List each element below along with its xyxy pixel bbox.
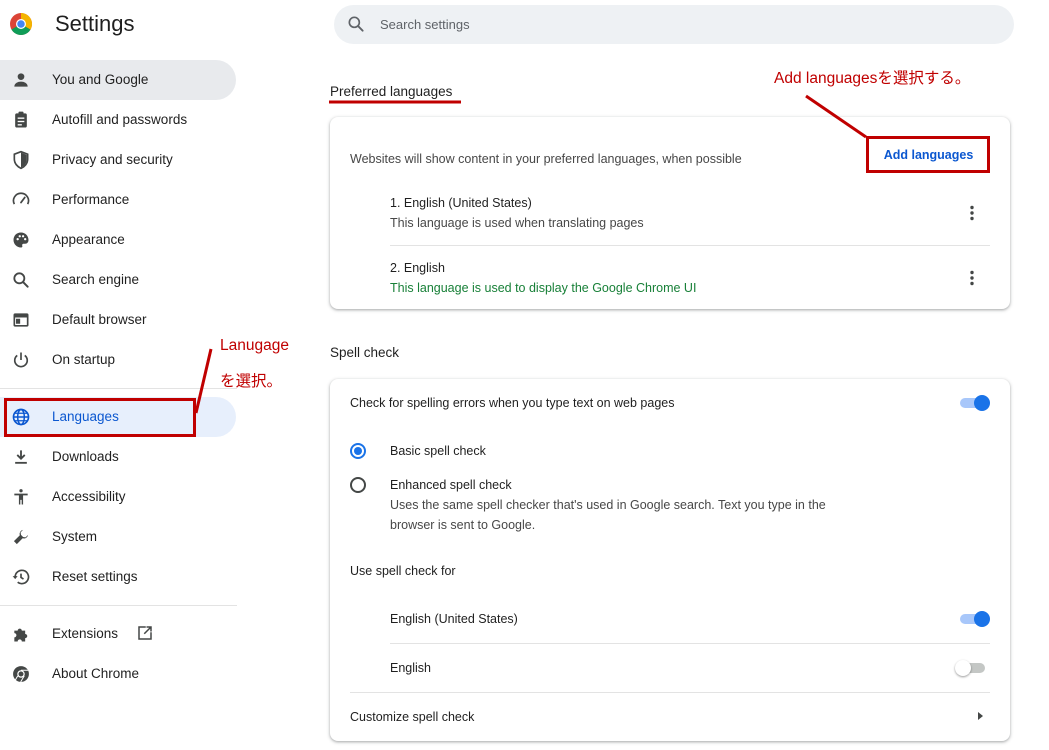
- sidebar-item-autofill[interactable]: Autofill and passwords: [0, 100, 236, 140]
- palette-icon: [13, 232, 29, 248]
- spell-check-card: [330, 379, 1010, 741]
- language-note: This language is used when translating p…: [390, 216, 644, 230]
- search-icon: [13, 272, 29, 288]
- sidebar-item-on-startup[interactable]: On startup: [0, 340, 236, 380]
- enhanced-spell-check-radio[interactable]: [350, 477, 366, 493]
- clipboard-icon: [15, 111, 27, 128]
- puzzle-icon: [14, 628, 28, 642]
- sidebar-item-search-engine[interactable]: Search engine: [0, 260, 236, 300]
- preferred-languages-title: Preferred languages: [330, 84, 453, 99]
- add-languages-annotation: Add languagesを選択する。: [774, 70, 971, 87]
- sidebar-item-about-chrome[interactable]: About Chrome: [0, 654, 236, 694]
- sidebar-item-label: System: [52, 529, 98, 544]
- sidebar-item-extensions[interactable]: Extensions: [0, 614, 236, 654]
- sidebar-item-label: Accessibility: [52, 489, 126, 504]
- sidebar-item-label: Privacy and security: [52, 152, 173, 167]
- spell-language-name: English (United States): [390, 612, 518, 626]
- wrench-icon: [13, 529, 29, 545]
- sidebar-item-label: Search engine: [52, 272, 140, 287]
- languages-annotation: を選択。: [220, 373, 283, 390]
- row-divider: [350, 692, 990, 693]
- sidebar-item-label: On startup: [52, 352, 116, 367]
- download-icon: [15, 450, 27, 464]
- sidebar-item-performance[interactable]: Performance: [0, 180, 236, 220]
- languages-annotation: Lanugage: [220, 337, 289, 354]
- search-icon: [348, 16, 364, 32]
- sidebar-item-label: Extensions: [52, 626, 119, 641]
- chevron-right-icon[interactable]: [975, 710, 985, 722]
- use-spell-check-for-label: Use spell check for: [350, 564, 456, 578]
- language-note: This language is used to display the Goo…: [390, 281, 697, 295]
- sidebar-item-label: Default browser: [52, 312, 147, 327]
- basic-spell-check-radio[interactable]: [350, 443, 366, 459]
- more-actions-icon[interactable]: [962, 203, 982, 223]
- sidebar-divider: [0, 388, 237, 389]
- add-languages-highlight-box: [866, 136, 990, 173]
- spell-check-toggle-label: Check for spelling errors when you type …: [350, 396, 675, 410]
- sidebar-item-label: Downloads: [52, 449, 119, 464]
- language-name: 1. English (United States): [390, 196, 532, 210]
- more-actions-icon[interactable]: [962, 268, 982, 288]
- spell-check-toggle[interactable]: [958, 394, 990, 412]
- basic-spell-check-label: Basic spell check: [390, 444, 486, 458]
- language-name: 2. English: [390, 261, 445, 275]
- search-input[interactable]: [380, 13, 940, 35]
- enhanced-spell-check-label: Enhanced spell check: [390, 478, 512, 492]
- open-in-new-icon: [138, 626, 152, 640]
- sidebar-item-you-and-google[interactable]: You and Google: [0, 60, 236, 100]
- customize-spell-check-link[interactable]: Customize spell check: [350, 710, 474, 724]
- sidebar-item-accessibility[interactable]: Accessibility: [0, 477, 236, 517]
- sidebar-item-label: You and Google: [52, 72, 149, 87]
- shield-icon: [13, 150, 29, 170]
- sidebar-divider: [0, 605, 237, 606]
- page-title: Settings: [55, 11, 135, 36]
- spell-check-title: Spell check: [330, 345, 400, 360]
- sidebar-item-default-browser[interactable]: Default browser: [0, 300, 236, 340]
- sidebar-item-label: Reset settings: [52, 569, 138, 584]
- languages-highlight-box: [4, 398, 196, 437]
- row-divider: [390, 643, 990, 644]
- history-icon: [12, 569, 30, 585]
- accessibility-icon: [14, 489, 28, 505]
- browser-icon: [13, 313, 29, 327]
- enhanced-spell-check-desc: browser is sent to Google.: [390, 518, 536, 532]
- chrome-logo-icon: [10, 13, 32, 35]
- sidebar-item-downloads[interactable]: Downloads: [0, 437, 236, 477]
- person-icon: [14, 73, 28, 87]
- sidebar-item-reset-settings[interactable]: Reset settings: [0, 557, 236, 597]
- preferred-languages-description: Websites will show content in your prefe…: [350, 152, 742, 166]
- sidebar-item-appearance[interactable]: Appearance: [0, 220, 236, 260]
- sidebar-item-privacy[interactable]: Privacy and security: [0, 140, 236, 180]
- enhanced-spell-check-desc: Uses the same spell checker that's used …: [390, 498, 826, 512]
- sidebar-item-label: Appearance: [52, 232, 125, 247]
- spell-language-toggle[interactable]: [955, 659, 987, 677]
- speedometer-icon: [12, 192, 30, 205]
- spell-language-toggle[interactable]: [958, 610, 990, 628]
- power-icon: [13, 352, 29, 368]
- sidebar-item-label: Performance: [52, 192, 130, 207]
- spell-language-name: English: [390, 661, 431, 675]
- sidebar-item-label: Autofill and passwords: [52, 112, 188, 127]
- row-divider: [390, 245, 990, 246]
- sidebar-item-system[interactable]: System: [0, 517, 236, 557]
- chrome-icon: [13, 666, 29, 683]
- sidebar-item-label: About Chrome: [52, 666, 140, 681]
